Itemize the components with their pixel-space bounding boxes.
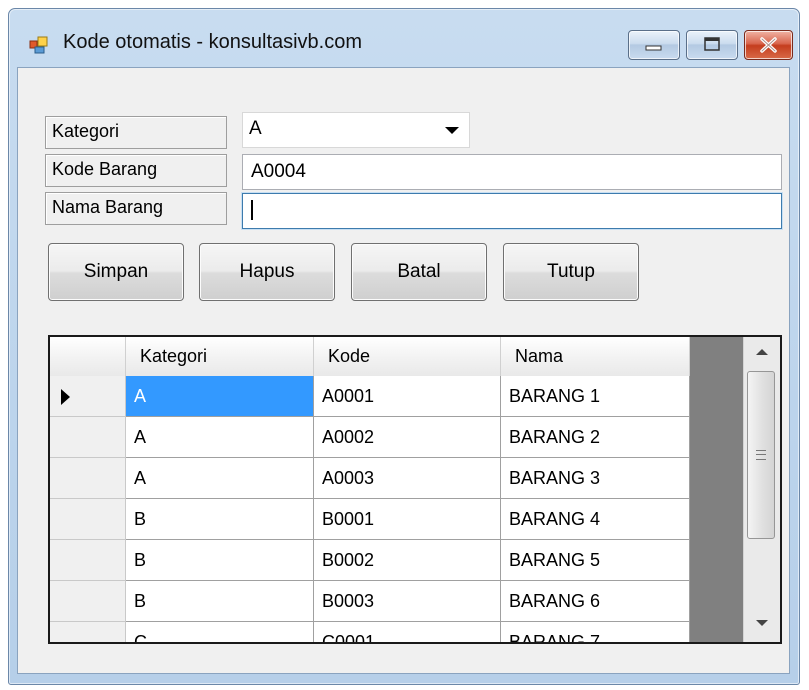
cell-kode[interactable]: C0001 (314, 622, 501, 642)
dropdown-arrow-icon[interactable] (445, 127, 459, 134)
text-caret (251, 200, 253, 220)
scroll-down-icon[interactable] (756, 620, 768, 626)
nama-barang-label: Nama Barang (45, 192, 227, 225)
table-row[interactable]: C C0001 BARANG 7 (50, 622, 690, 642)
row-header[interactable] (50, 581, 126, 622)
cell-nama[interactable]: BARANG 5 (501, 540, 690, 581)
cell-kategori[interactable]: A (126, 458, 314, 499)
cell-nama[interactable]: BARANG 7 (501, 622, 690, 642)
window-title: Kode otomatis - konsultasivb.com (63, 31, 363, 53)
tutup-button[interactable]: Tutup (503, 243, 639, 301)
column-header-kategori[interactable]: Kategori (126, 337, 314, 376)
hapus-button[interactable]: Hapus (199, 243, 335, 301)
kode-barang-field[interactable]: A0004 (242, 154, 782, 190)
cell-kategori[interactable]: B (126, 540, 314, 581)
scrollbar-thumb[interactable] (747, 371, 775, 539)
table-row[interactable]: A A0001 BARANG 1 (50, 376, 690, 417)
minimize-icon (645, 45, 662, 51)
cell-nama[interactable]: BARANG 1 (501, 376, 690, 417)
kategori-value: A (249, 118, 262, 139)
cell-kode[interactable]: B0003 (314, 581, 501, 622)
cell-nama[interactable]: BARANG 6 (501, 581, 690, 622)
close-button[interactable] (744, 30, 793, 60)
cell-kode[interactable]: B0001 (314, 499, 501, 540)
cell-kode[interactable]: A0001 (314, 376, 501, 417)
cell-nama[interactable]: BARANG 3 (501, 458, 690, 499)
row-header[interactable] (50, 540, 126, 581)
cell-nama[interactable]: BARANG 4 (501, 499, 690, 540)
cell-kategori[interactable]: A (126, 376, 314, 417)
nama-barang-field[interactable] (242, 193, 782, 229)
table-row[interactable]: B B0001 BARANG 4 (50, 499, 690, 540)
cell-kategori[interactable]: B (126, 581, 314, 622)
app-icon[interactable] (29, 35, 49, 55)
column-header-kode[interactable]: Kode (314, 337, 501, 376)
cell-nama[interactable]: BARANG 2 (501, 417, 690, 458)
table-row[interactable]: A A0003 BARANG 3 (50, 458, 690, 499)
column-header-nama[interactable]: Nama (501, 337, 690, 376)
cell-kode[interactable]: A0003 (314, 458, 501, 499)
table-row[interactable]: B B0002 BARANG 5 (50, 540, 690, 581)
grid-header-row: Kategori Kode Nama (50, 337, 690, 377)
row-header[interactable] (50, 376, 126, 417)
row-header[interactable] (50, 417, 126, 458)
kode-barang-value: A0004 (251, 161, 306, 182)
table-row[interactable]: A A0002 BARANG 2 (50, 417, 690, 458)
cell-kategori[interactable]: C (126, 622, 314, 642)
kode-barang-label: Kode Barang (45, 154, 227, 187)
cell-kode[interactable]: B0002 (314, 540, 501, 581)
scrollbar-grip-icon (756, 450, 766, 460)
row-header-corner[interactable] (50, 337, 126, 376)
cell-kategori[interactable]: A (126, 417, 314, 458)
cell-kategori[interactable]: B (126, 499, 314, 540)
table-row[interactable]: B B0003 BARANG 6 (50, 581, 690, 622)
cell-kode[interactable]: A0002 (314, 417, 501, 458)
close-icon (760, 37, 777, 53)
row-header[interactable] (50, 458, 126, 499)
row-header[interactable] (50, 622, 126, 642)
data-grid[interactable]: Kategori Kode Nama A A0001 BARANG 1 A A0… (48, 335, 782, 644)
batal-button[interactable]: Batal (351, 243, 487, 301)
title-bar[interactable]: Kode otomatis - konsultasivb.com (9, 9, 799, 73)
simpan-button[interactable]: Simpan (48, 243, 184, 301)
maximize-icon (704, 37, 720, 51)
kategori-label: Kategori (45, 116, 227, 149)
maximize-button[interactable] (686, 30, 738, 60)
current-row-arrow-icon (61, 389, 70, 405)
scroll-up-icon[interactable] (756, 349, 768, 355)
vertical-scrollbar[interactable] (743, 337, 780, 642)
minimize-button[interactable] (628, 30, 680, 60)
kategori-combobox[interactable]: A (242, 112, 470, 148)
row-header[interactable] (50, 499, 126, 540)
